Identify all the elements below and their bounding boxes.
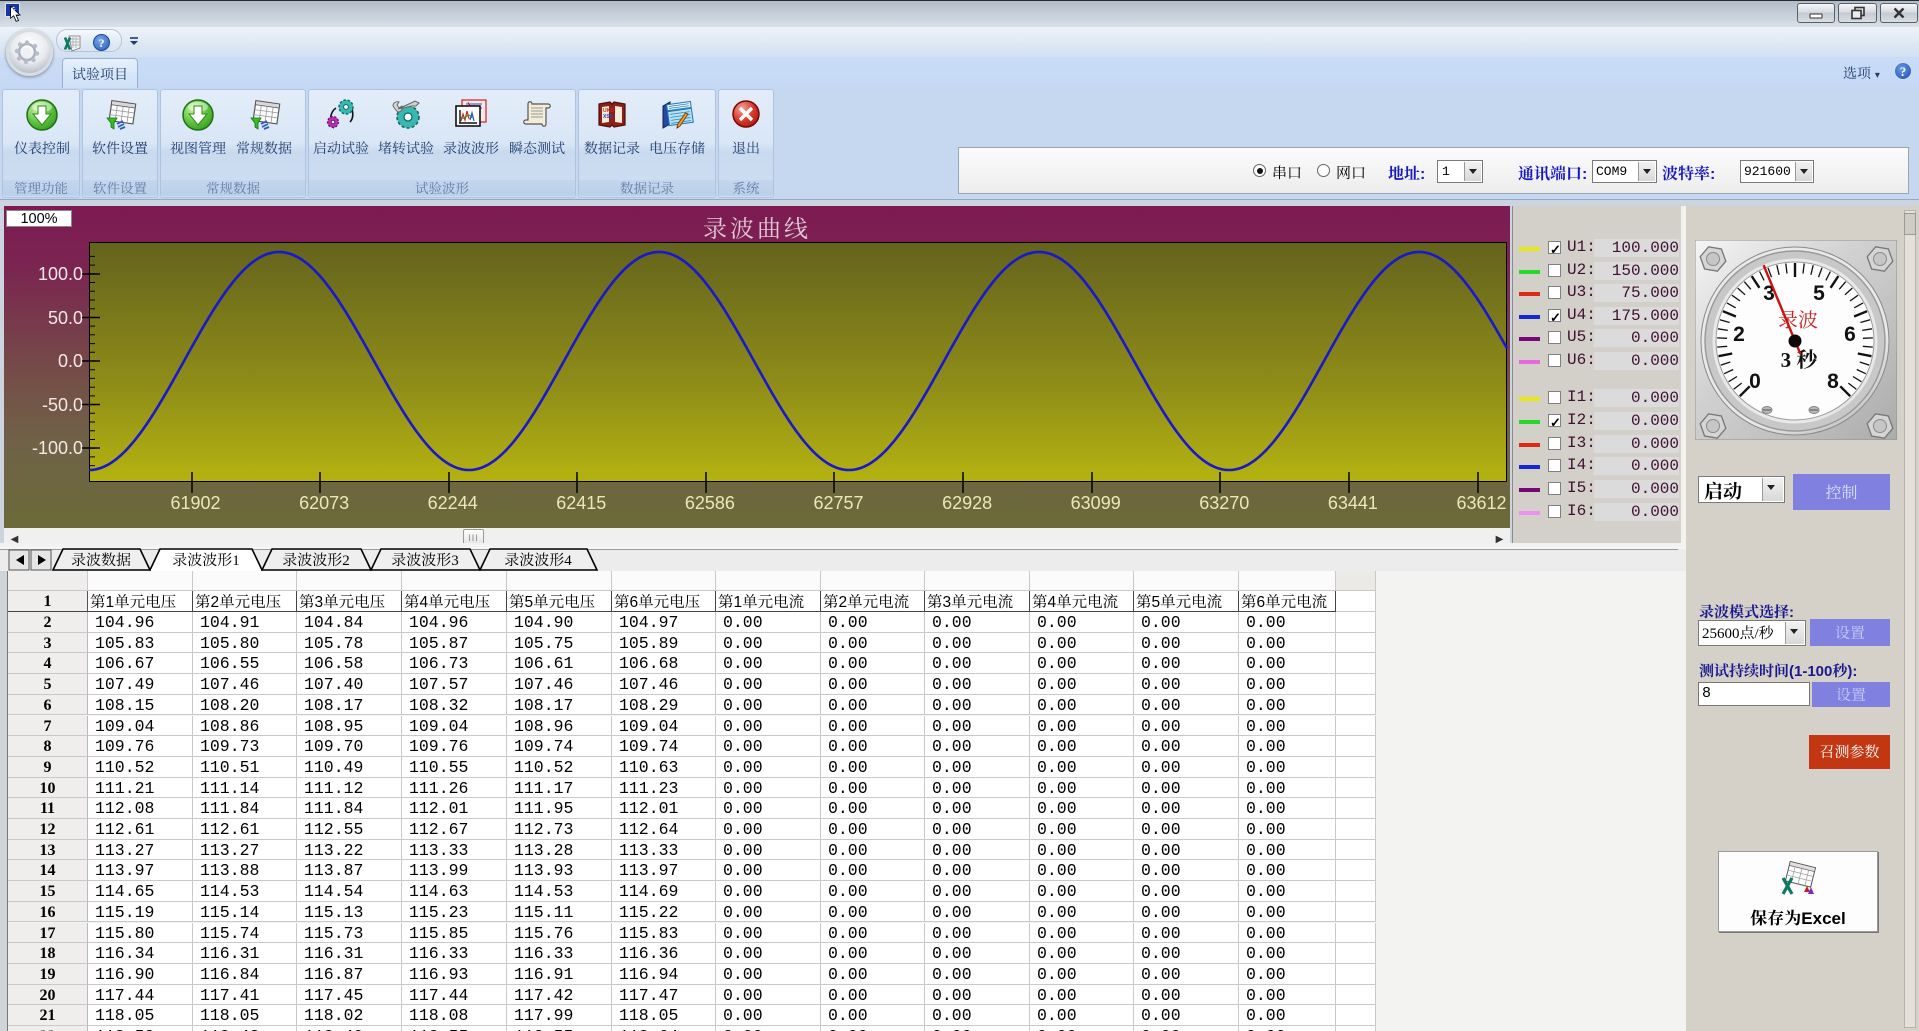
svg-text:录波波形2: 录波波形2 (282, 549, 350, 570)
svg-text:XSS: XSS (603, 113, 614, 120)
svg-text:录波数据: 录波数据 (71, 549, 131, 570)
svg-text:8: 8 (1827, 370, 1839, 393)
svg-text:2: 2 (1733, 323, 1745, 346)
svg-text:0: 0 (1749, 370, 1761, 393)
svg-text:录波波形3: 录波波形3 (391, 549, 459, 570)
svg-text:录波波形4: 录波波形4 (504, 549, 572, 570)
svg-text:6: 6 (1844, 323, 1856, 346)
svg-text:3 秒: 3 秒 (1781, 344, 1820, 374)
svg-text:5: 5 (1813, 282, 1825, 305)
svg-text:录波: 录波 (1778, 304, 1818, 333)
svg-text:录波波形1: 录波波形1 (172, 549, 240, 570)
